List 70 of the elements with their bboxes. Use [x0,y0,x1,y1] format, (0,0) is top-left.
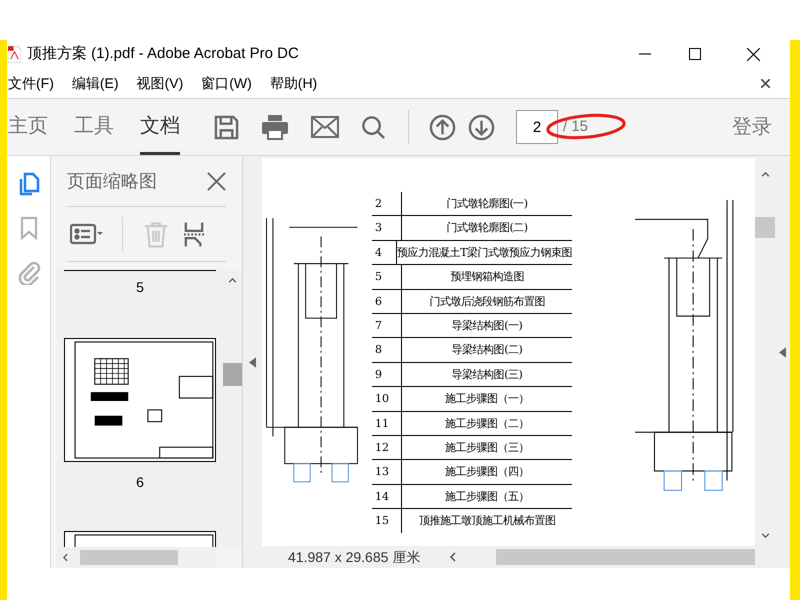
table-cell-text: 9 [374,366,383,383]
sign-in-link[interactable]: 登录 [732,112,772,142]
table-cell-text: 5 [374,269,383,286]
table-cell-text: 2 [374,196,383,212]
search-icon[interactable] [361,114,386,140]
table-cell-text: 6 [374,294,383,310]
table-cell: 门式墩后浇段钢筋布置图 [401,290,572,313]
window-title: 顶推方案 (1).pdf - Adobe Acrobat Pro DC [27,44,299,64]
page-count: / 15 [563,116,588,137]
save-icon[interactable] [214,114,239,140]
table-cell: 施工步骤图（五） [401,484,572,508]
table-cell: 施工步骤图（三） [401,436,572,460]
scroll-up-icon[interactable] [228,278,237,283]
table-cell: 预应力混凝土T梁门式墩预应力钢束图 [396,240,572,264]
table-cell-text: 14 [374,488,390,505]
page-label: 6 [136,473,144,492]
table-cell: 导梁结构图(三) [401,362,572,386]
toolbar-tab[interactable]: 主页 [8,99,48,155]
table-cell: 导梁结构图(二) [401,338,572,362]
menu-item[interactable]: 窗口(W) [201,72,252,94]
page-size-status: 41.987 x 29.685 厘米 [288,548,420,566]
table-cell-text: 12 [374,440,390,456]
horizontal-scrollbar[interactable] [496,549,755,565]
mail-icon[interactable] [311,116,339,138]
table-cell: 门式墩轮廓图(二) [401,216,572,240]
scroll-left-icon[interactable] [63,553,68,562]
scrollbar-thumb[interactable] [80,550,178,565]
table-cell-text: 13 [374,464,390,480]
arrow-up-icon[interactable] [429,114,456,140]
menu-item[interactable]: 帮助(H) [270,72,318,94]
table-cell-text: 8 [374,342,383,358]
table-cell-text: 7 [374,318,383,334]
scrollbar-thumb[interactable] [755,217,775,238]
table-cell: 门式墩轮廓图(一) [401,192,572,216]
table-cell-text: 11 [374,416,390,432]
table-cell: 预埋钢箱构造图 [401,265,572,289]
menu-item[interactable]: 编辑(E) [72,72,119,94]
menu-item[interactable]: 文件(F) [8,72,54,94]
close-icon[interactable] [747,48,760,60]
table-cell: 导梁结构图(一) [401,314,572,338]
scrollbar-thumb[interactable] [223,363,242,386]
table-cell-text: 10 [374,391,390,408]
table-cell-text: 3 [374,220,383,236]
arrow-down-icon[interactable] [468,114,495,140]
page-label: 5 [136,278,144,298]
collapse-icon[interactable] [249,356,256,368]
scroll-down-icon[interactable] [760,533,770,538]
maximize-icon[interactable] [689,48,701,60]
page-number-field[interactable]: 2 [516,110,558,144]
close-icon[interactable] [761,78,770,88]
table-cell: 施工步骤图（二） [401,412,572,435]
table-cell-text: 4 [374,244,383,261]
menu-item[interactable]: 视图(V) [136,72,184,94]
paperclip-icon[interactable] [16,259,42,285]
panel-title: 页面缩略图 [67,170,157,192]
table-cell: 施工步骤图（四） [401,460,572,484]
printer-icon[interactable] [261,114,289,140]
page-thumbnail[interactable] [64,338,216,462]
table-cell: 施工步骤图（一） [401,387,572,411]
scroll-up-icon[interactable] [760,172,770,177]
scroll-left-icon[interactable] [450,552,456,562]
vertical-scrollbar[interactable] [223,270,242,547]
collapse-icon[interactable] [779,346,786,358]
horizontal-scrollbar[interactable] [57,547,216,568]
toolbar-tab[interactable]: 工具 [74,99,114,155]
pdf-file-icon [8,46,21,62]
table-cell: 顶推施工墩顶施工机械布置图 [401,509,572,534]
options-icon[interactable] [70,222,104,246]
table-cell-text: 15 [374,513,390,530]
split-page-icon[interactable] [184,220,204,248]
